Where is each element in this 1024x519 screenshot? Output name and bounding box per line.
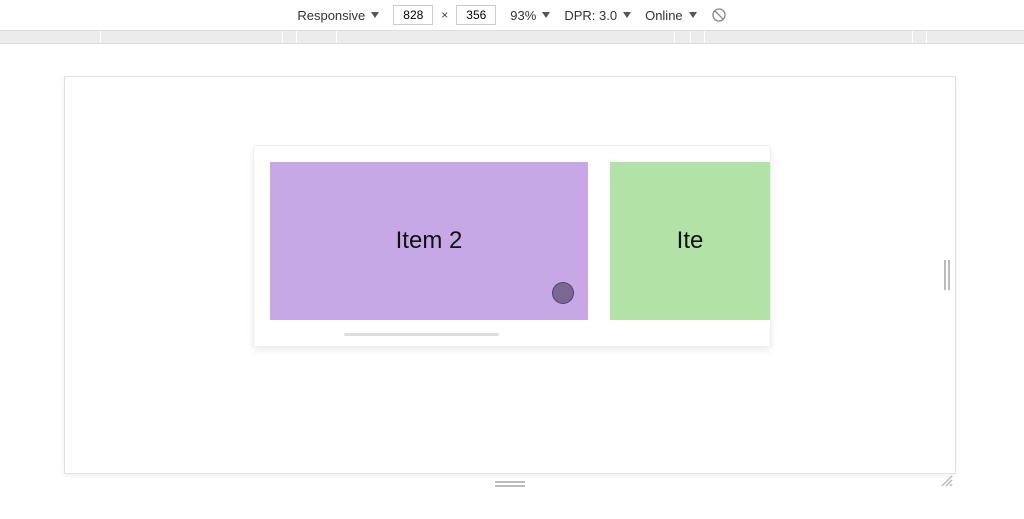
chevron-down-icon — [689, 12, 697, 18]
rotate-icon[interactable] — [711, 7, 727, 23]
network-label: Online — [645, 8, 683, 23]
width-input[interactable] — [393, 5, 433, 25]
viewport-stage: Item 2 Ite — [0, 44, 1024, 519]
dpr-dropdown[interactable]: DPR: 3.0 — [564, 8, 631, 23]
horizontal-scroll-list[interactable]: Item 2 Ite — [270, 162, 770, 324]
zoom-dropdown[interactable]: 93% — [510, 8, 550, 23]
list-item[interactable]: Item 2 — [270, 162, 588, 320]
dimensions-group: × — [393, 5, 496, 25]
chevron-down-icon — [623, 12, 631, 18]
item-label-partial: Ite — [677, 227, 704, 255]
throttle-dropdown[interactable]: Online — [645, 8, 697, 23]
device-mode-label: Responsive — [297, 8, 365, 23]
resize-handle-corner[interactable] — [939, 473, 953, 487]
touch-pointer-icon — [552, 282, 574, 304]
chevron-down-icon — [371, 12, 379, 18]
times-label: × — [441, 8, 448, 22]
dpr-label: DPR: 3.0 — [564, 8, 617, 23]
item-label: Item 2 — [396, 227, 463, 255]
device-toolbar: Responsive × 93% DPR: 3.0 Online — [0, 0, 1024, 30]
height-input[interactable] — [456, 5, 496, 25]
zoom-label: 93% — [510, 8, 536, 23]
demo-card: Item 2 Ite — [253, 145, 771, 347]
scrollbar-horizontal[interactable] — [344, 333, 499, 336]
resize-handle-right[interactable] — [944, 260, 952, 290]
device-frame: Item 2 Ite — [64, 76, 956, 474]
media-query-ruler[interactable] — [0, 30, 1024, 44]
device-mode-dropdown[interactable]: Responsive — [297, 8, 379, 23]
list-item[interactable]: Ite — [610, 162, 770, 320]
chevron-down-icon — [542, 12, 550, 18]
resize-handle-bottom[interactable] — [495, 481, 525, 489]
